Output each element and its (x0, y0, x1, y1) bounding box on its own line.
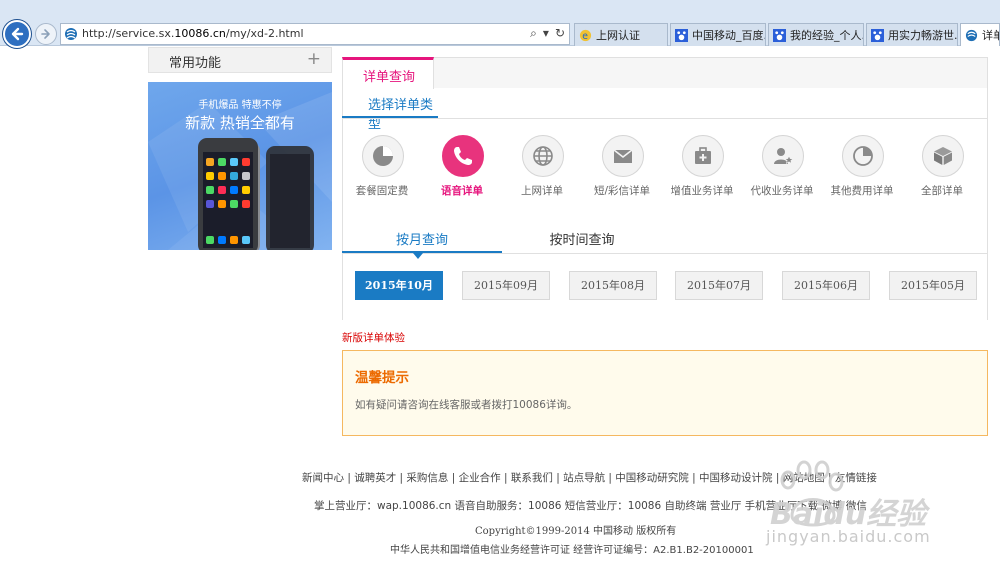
month-button[interactable]: 2015年10月 (355, 271, 443, 300)
tip-box: 温馨提示 如有疑问请咨询在线客服或者拨打10086详询。 (342, 350, 988, 436)
month-button[interactable]: 2015年09月 (462, 271, 550, 300)
phone-promo-banner[interactable]: 手机爆品 特惠不停 新款 热销全都有 (148, 82, 332, 250)
tab-query-by-month[interactable]: 按月查询 (342, 222, 502, 254)
baidu-paw-icon (871, 28, 884, 42)
common-functions-title: 常用功能 (169, 56, 222, 71)
refresh-icon[interactable]: ↻ (555, 26, 565, 41)
select-type-heading: 选择详单类型 (342, 89, 438, 132)
envelope-icon (602, 135, 644, 177)
url-text: http://service.sx.10086.cn/my/xd-2.html (82, 27, 304, 40)
watermark-site: jingyan.baidu.com (766, 527, 931, 546)
tip-title: 温馨提示 (355, 370, 409, 386)
china-mobile-favicon-icon (965, 29, 978, 41)
svg-text:e: e (582, 31, 588, 42)
pie-chart-icon (842, 135, 884, 177)
category-other-fees-detail[interactable]: 其他费用详单 (824, 135, 900, 201)
browser-tab[interactable]: 我的经验_个人... (768, 23, 864, 46)
footer-copyright: Copyright©1999-2014 中国移动 版权所有 (475, 526, 677, 537)
baidu-paw-icon (773, 28, 786, 42)
new-version-link[interactable]: 新版详单体验 (342, 330, 405, 345)
expand-plus-icon[interactable]: + (307, 49, 321, 69)
arrow-left-icon (11, 27, 24, 41)
divider (342, 118, 988, 119)
divider (342, 253, 988, 254)
back-button[interactable] (3, 20, 31, 48)
category-package-fee[interactable]: 套餐固定费 (344, 135, 420, 201)
forward-button[interactable] (35, 23, 57, 45)
medical-kit-icon (682, 135, 724, 177)
globe-icon (522, 135, 564, 177)
category-sms-detail[interactable]: 短/彩信详单 (584, 135, 660, 201)
category-collection-detail[interactable]: 代收业务详单 (744, 135, 820, 201)
ie-icon: e (579, 29, 592, 42)
common-functions-header[interactable]: 常用功能 + (148, 47, 332, 73)
baidu-paw-icon (675, 28, 688, 42)
month-button[interactable]: 2015年06月 (782, 271, 870, 300)
china-mobile-favicon-icon (65, 28, 77, 40)
detail-tabbar (342, 57, 988, 88)
active-tab-indicator (413, 253, 423, 259)
search-icon[interactable]: ⌕ (530, 26, 537, 41)
pie-chart-icon (362, 135, 404, 177)
category-value-added-detail[interactable]: 增值业务详单 (664, 135, 740, 201)
category-internet-detail[interactable]: 上网详单 (504, 135, 580, 201)
browser-tab[interactable]: e 上网认证 (574, 23, 668, 46)
chevron-down-icon[interactable]: ▾ (543, 26, 549, 41)
smartphone-image (198, 138, 314, 250)
arrow-right-icon (41, 29, 50, 39)
tab-detail-query[interactable]: 详单查询 (342, 57, 434, 89)
browser-tab-active[interactable]: 详单 (960, 23, 1000, 46)
browser-tab[interactable]: 用实力畅游世... (866, 23, 958, 46)
phone-icon (442, 135, 484, 177)
month-button[interactable]: 2015年08月 (569, 271, 657, 300)
user-star-icon (762, 135, 804, 177)
month-button[interactable]: 2015年05月 (889, 271, 977, 300)
category-voice-detail[interactable]: 语音详单 (424, 135, 500, 201)
browser-toolbar: http://service.sx.10086.cn/my/xd-2.html … (0, 0, 1000, 48)
category-all-detail[interactable]: 全部详单 (904, 135, 980, 201)
month-button[interactable]: 2015年07月 (675, 271, 763, 300)
promo-subtitle: 手机爆品 特惠不停 (198, 100, 282, 111)
promo-title: 新款 热销全都有 (185, 114, 295, 132)
address-bar[interactable]: http://service.sx.10086.cn/my/xd-2.html … (60, 23, 570, 45)
footer-license: 中华人民共和国增值电信业务经营许可证 经营许可证编号：A2.B1.B2-2010… (390, 545, 754, 556)
tab-query-by-time[interactable]: 按时间查询 (502, 222, 662, 254)
browser-tab[interactable]: 中国移动_百度... (670, 23, 766, 46)
box-icon (922, 135, 964, 177)
tip-text: 如有疑问请咨询在线客服或者拨打10086详询。 (355, 399, 578, 411)
